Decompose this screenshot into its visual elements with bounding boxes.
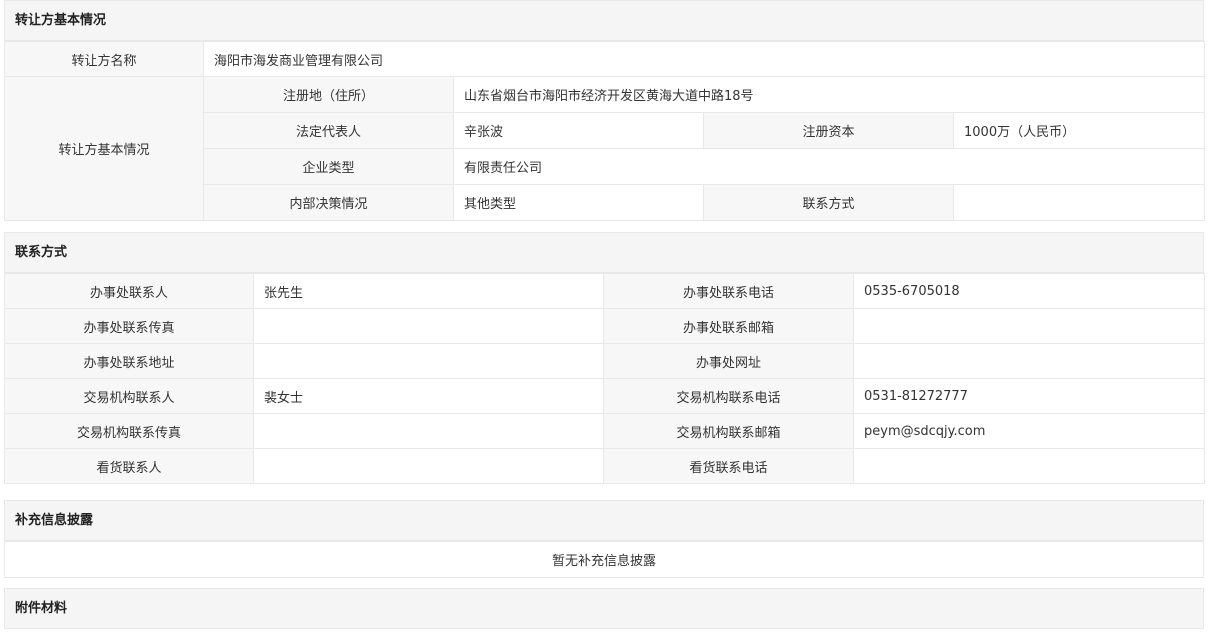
- contact-label: 交易机构联系传真: [4, 413, 254, 449]
- transferor-section-title: 转让方基本情况: [4, 0, 1204, 41]
- contact-label: 看货联系人: [4, 448, 254, 484]
- contact-label: 办事处联系电话: [603, 273, 854, 309]
- contact-value: 0531-81272777: [853, 378, 1205, 414]
- contact-section-title: 联系方式: [4, 232, 1204, 273]
- transferor-section: 转让方基本情况 转让方名称 海阳市海发商业管理有限公司 转让方基本情况 注册地（…: [4, 0, 1206, 221]
- contact-label: 办事处联系传真: [4, 308, 254, 344]
- contact-row: 办事处联系地址 办事处网址: [4, 343, 1205, 379]
- contact-value: [253, 308, 604, 344]
- transferor-contact-value: [952, 184, 1206, 221]
- contact-value: [853, 343, 1205, 379]
- contact-label: 办事处联系人: [4, 273, 254, 309]
- supplement-empty-text: 暂无补充信息披露: [4, 541, 1204, 578]
- contact-label: 办事处联系邮箱: [603, 308, 854, 344]
- contact-value: [253, 343, 604, 379]
- contact-row: 交易机构联系人 裴女士 交易机构联系电话 0531-81272777: [4, 378, 1205, 414]
- contact-section: 联系方式 办事处联系人 张先生 办事处联系电话 0535-6705018 办事处联系传真…: [4, 232, 1205, 484]
- legal-rep-label: 法定代表人: [203, 112, 454, 149]
- transferor-table: 转让方名称 海阳市海发商业管理有限公司 转让方基本情况 注册地（住所） 山东省烟…: [4, 41, 1206, 221]
- decision-value: 其他类型: [453, 184, 704, 221]
- supplement-section-title: 补充信息披露: [4, 500, 1204, 541]
- company-type-value: 有限责任公司: [452, 148, 1206, 185]
- contact-value: 0535-6705018: [853, 273, 1205, 309]
- transferor-basic-label: 转让方基本情况: [4, 76, 204, 221]
- contact-value: [253, 448, 604, 484]
- attachments-section: 附件材料: [4, 588, 1204, 629]
- supplement-section: 补充信息披露 暂无补充信息披露: [4, 500, 1204, 578]
- legal-rep-value: 辛张波: [453, 112, 704, 149]
- contact-row: 看货联系人 看货联系电话: [4, 448, 1205, 484]
- capital-label: 注册资本: [703, 112, 954, 149]
- contact-value: 张先生: [253, 273, 604, 309]
- company-type-label: 企业类型: [203, 148, 454, 185]
- transferor-name-label: 转让方名称: [4, 41, 204, 77]
- contact-label: 看货联系电话: [603, 448, 854, 484]
- contact-value: [853, 448, 1205, 484]
- contact-label: 交易机构联系人: [4, 378, 254, 414]
- contact-table: 办事处联系人 张先生 办事处联系电话 0535-6705018 办事处联系传真 办事处联系…: [4, 273, 1205, 484]
- contact-label: 交易机构联系邮箱: [603, 413, 854, 449]
- supplement-table: 暂无补充信息披露: [4, 541, 1204, 578]
- contact-label: 办事处联系地址: [4, 343, 254, 379]
- attachments-section-title: 附件材料: [4, 588, 1204, 629]
- contact-value: [253, 413, 604, 449]
- contact-row: 交易机构联系传真 交易机构联系邮箱 peym@sdcqjy.com: [4, 413, 1205, 449]
- contact-value: [853, 308, 1205, 344]
- decision-label: 内部决策情况: [203, 184, 454, 221]
- contact-row: 办事处联系传真 办事处联系邮箱: [4, 308, 1205, 344]
- transferor-contact-label: 联系方式: [703, 184, 954, 221]
- contact-value: peym@sdcqjy.com: [853, 413, 1205, 449]
- transferor-name-value: 海阳市海发商业管理有限公司: [202, 41, 1206, 77]
- contact-value: 裴女士: [253, 378, 604, 414]
- address-label: 注册地（住所）: [203, 76, 454, 113]
- capital-value: 1000万（人民币）: [952, 112, 1206, 149]
- contact-label: 交易机构联系电话: [603, 378, 854, 414]
- contact-label: 办事处网址: [603, 343, 854, 379]
- contact-row: 办事处联系人 张先生 办事处联系电话 0535-6705018: [4, 273, 1205, 309]
- address-value: 山东省烟台市海阳市经济开发区黄海大道中路18号: [452, 76, 1206, 113]
